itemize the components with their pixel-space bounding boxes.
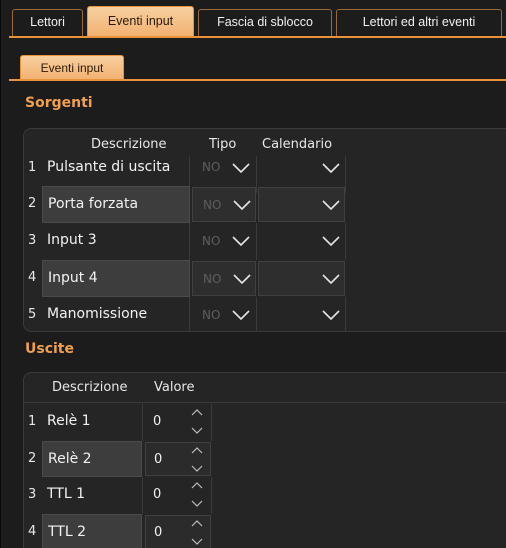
- valore-stepper[interactable]: 0: [145, 442, 211, 476]
- row-number: 1: [28, 414, 37, 429]
- tab-fascia-di-sblocco[interactable]: Fascia di sblocco: [198, 9, 332, 36]
- header-valore: Valore: [154, 380, 195, 395]
- sorgenti-table-header: Descrizione Tipo Calendario: [24, 129, 506, 157]
- table-row[interactable]: 3 TTL 1 0: [24, 477, 506, 514]
- valore-stepper[interactable]: 0: [144, 477, 212, 514]
- table-row[interactable]: 2 Relè 2 0: [24, 441, 506, 477]
- tipo-value: NO: [202, 234, 221, 248]
- valore-stepper[interactable]: 0: [144, 404, 212, 441]
- tipo-value: NO: [203, 198, 222, 212]
- descrizione-cell[interactable]: Porta forzata: [42, 186, 190, 223]
- descrizione-cell[interactable]: Input 3: [42, 223, 190, 260]
- chevron-down-icon: [322, 200, 340, 210]
- valore-value: 0: [153, 487, 162, 502]
- section-title-sorgenti: Sorgenti: [25, 95, 93, 111]
- tipo-select[interactable]: NO: [192, 187, 256, 222]
- calendario-select[interactable]: [258, 261, 345, 296]
- chevron-down-icon: [232, 236, 250, 246]
- table-row[interactable]: 4 TTL 2 0: [24, 514, 506, 548]
- row-number: 4: [28, 524, 37, 539]
- descrizione-cell[interactable]: Input 4: [42, 260, 190, 297]
- descrizione-cell[interactable]: TTL 1: [42, 477, 143, 514]
- descrizione-cell[interactable]: TTL 2: [42, 514, 142, 548]
- chevron-down-icon: [322, 274, 340, 284]
- chevron-down-icon: [322, 310, 340, 320]
- tab-eventi-input[interactable]: Eventi input: [87, 6, 194, 37]
- chevron-down-icon: [233, 274, 251, 284]
- spinner-arrows-icon[interactable]: [191, 480, 203, 510]
- tipo-value: NO: [202, 308, 221, 322]
- row-number: 1: [28, 160, 37, 175]
- row-number: 5: [28, 307, 37, 322]
- descrizione-cell[interactable]: Relè 2: [42, 441, 142, 477]
- chevron-down-icon: [322, 163, 340, 173]
- row-number: 3: [28, 487, 37, 502]
- table-row[interactable]: 2 Porta forzata NO: [24, 186, 506, 223]
- sorgenti-table: Descrizione Tipo Calendario 1 Pulsante d…: [23, 128, 506, 332]
- spinner-arrows-icon[interactable]: [191, 518, 203, 548]
- valore-value: 0: [153, 414, 162, 429]
- chevron-down-icon: [232, 163, 250, 173]
- tipo-select[interactable]: NO: [190, 297, 257, 331]
- table-row[interactable]: 3 Input 3 NO: [24, 223, 506, 260]
- header-descrizione: Descrizione: [52, 380, 128, 395]
- tab-lettori-ed-altri-eventi[interactable]: Lettori ed altri eventi: [336, 9, 502, 36]
- subtab-eventi-input[interactable]: Eventi input: [20, 55, 124, 80]
- chevron-down-icon: [233, 200, 251, 210]
- spinner-arrows-icon[interactable]: [191, 445, 203, 475]
- chevron-down-icon: [232, 310, 250, 320]
- calendario-select[interactable]: [258, 187, 345, 222]
- subtab-divider: [9, 79, 506, 81]
- header-tipo: Tipo: [209, 137, 237, 152]
- uscite-table-header: Descrizione Valore: [24, 373, 506, 403]
- spinner-arrows-icon[interactable]: [191, 407, 203, 437]
- valore-value: 0: [154, 525, 163, 540]
- descrizione-cell[interactable]: Manomissione: [42, 297, 190, 331]
- valore-value: 0: [154, 452, 163, 467]
- row-number: 3: [28, 233, 37, 248]
- main-tab-bar: Lettori Eventi input Fascia di sblocco L…: [1, 0, 506, 41]
- calendario-select[interactable]: [257, 223, 346, 260]
- tab-lettori[interactable]: Lettori: [12, 9, 83, 36]
- table-row[interactable]: 5 Manomissione NO: [24, 297, 506, 331]
- uscite-table: Descrizione Valore 1 Relè 1 0 2 Relè 2 0…: [23, 372, 506, 548]
- tipo-select[interactable]: NO: [190, 223, 257, 260]
- section-title-uscite: Uscite: [25, 341, 74, 357]
- calendario-select[interactable]: [257, 297, 346, 331]
- row-number: 2: [28, 196, 37, 211]
- header-calendario: Calendario: [262, 137, 333, 152]
- row-number: 4: [28, 270, 37, 285]
- tipo-select[interactable]: NO: [192, 261, 256, 296]
- row-number: 2: [28, 451, 37, 466]
- table-row[interactable]: 1 Relè 1 0: [24, 404, 506, 441]
- descrizione-cell[interactable]: Relè 1: [42, 404, 143, 441]
- table-row[interactable]: 4 Input 4 NO: [24, 260, 506, 297]
- valore-stepper[interactable]: 0: [145, 515, 211, 548]
- header-descrizione: Descrizione: [91, 137, 167, 152]
- chevron-down-icon: [322, 236, 340, 246]
- tipo-value: NO: [202, 160, 221, 174]
- tipo-value: NO: [203, 272, 222, 286]
